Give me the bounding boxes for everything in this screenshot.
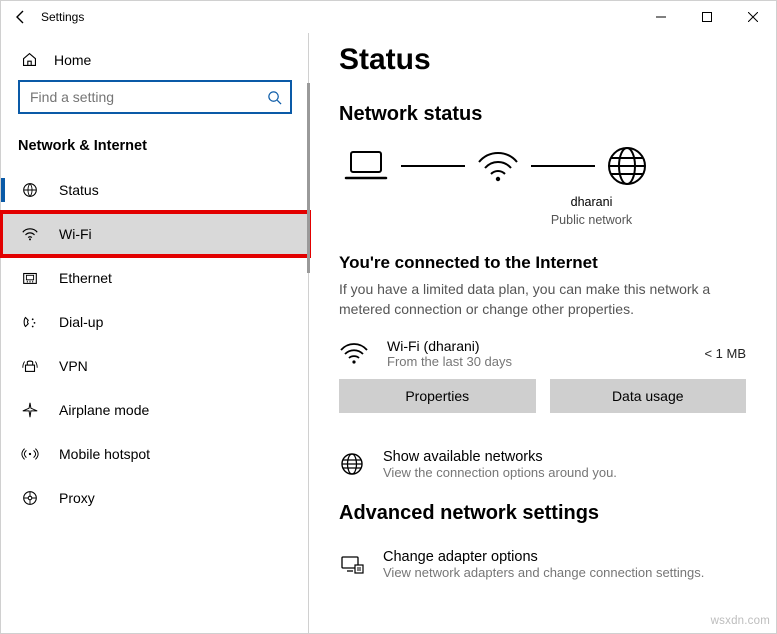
adapter-sub: View network adapters and change connect… xyxy=(383,565,704,580)
minimize-button[interactable] xyxy=(638,1,684,33)
section-advanced: Advanced network settings xyxy=(339,502,746,525)
sidebar-item-label: Status xyxy=(59,182,99,198)
status-icon xyxy=(21,181,39,199)
watermark: wsxdn.com xyxy=(711,615,770,627)
network-diagram-label: dharani Public network xyxy=(437,194,746,229)
show-available-networks[interactable]: Show available networks View the connect… xyxy=(339,443,746,502)
adapter-title: Change adapter options xyxy=(383,549,704,565)
connection-name: Wi-Fi (dharani) xyxy=(387,338,512,354)
nav-list: Status Wi-Fi Ethernet Dial-up xyxy=(1,168,309,520)
properties-button[interactable]: Properties xyxy=(339,379,536,413)
window-title: Settings xyxy=(41,10,84,24)
home-link[interactable]: Home xyxy=(1,43,309,76)
connected-heading: You're connected to the Internet xyxy=(339,253,746,273)
sidebar-item-hotspot[interactable]: Mobile hotspot xyxy=(1,432,309,476)
search-input[interactable] xyxy=(28,88,267,106)
sidebar: Home Network & Internet Status xyxy=(1,33,309,633)
adapter-icon xyxy=(339,551,365,577)
airplane-icon xyxy=(21,401,39,419)
maximize-button[interactable] xyxy=(684,1,730,33)
available-sub: View the connection options around you. xyxy=(383,465,617,480)
available-title: Show available networks xyxy=(383,449,617,465)
category-header: Network & Internet xyxy=(1,124,309,168)
connected-description: If you have a limited data plan, you can… xyxy=(339,279,746,320)
sidebar-item-vpn[interactable]: VPN xyxy=(1,344,309,388)
sidebar-item-label: Dial-up xyxy=(59,314,103,330)
back-arrow-icon xyxy=(13,9,29,25)
back-button[interactable] xyxy=(13,9,29,25)
sidebar-item-wifi[interactable]: Wi-Fi xyxy=(1,212,309,256)
page-title: Status xyxy=(339,43,746,77)
connection-line-icon xyxy=(401,165,465,167)
globe-icon xyxy=(339,451,365,477)
connection-sub: From the last 30 days xyxy=(387,354,512,369)
proxy-icon xyxy=(21,489,39,507)
sidebar-item-label: VPN xyxy=(59,358,88,374)
window-controls xyxy=(638,1,776,33)
sidebar-item-label: Ethernet xyxy=(59,270,112,286)
hotspot-icon xyxy=(21,445,39,463)
wifi-icon xyxy=(21,225,39,243)
network-name: dharani xyxy=(437,194,746,212)
sidebar-item-proxy[interactable]: Proxy xyxy=(1,476,309,520)
titlebar: Settings xyxy=(1,1,776,33)
search-box[interactable] xyxy=(18,80,292,114)
close-icon xyxy=(748,12,758,22)
close-button[interactable] xyxy=(730,1,776,33)
data-usage-button[interactable]: Data usage xyxy=(550,379,747,413)
connection-usage: < 1 MB xyxy=(704,346,746,361)
sidebar-item-airplane[interactable]: Airplane mode xyxy=(1,388,309,432)
search-icon xyxy=(267,90,282,105)
dialup-icon xyxy=(21,313,39,331)
wifi-icon xyxy=(339,340,369,366)
home-label: Home xyxy=(54,52,91,68)
sidebar-item-dialup[interactable]: Dial-up xyxy=(1,300,309,344)
content-pane: Status Network status dharani Public net… xyxy=(309,33,776,633)
vpn-icon xyxy=(21,357,39,375)
change-adapter-options[interactable]: Change adapter options View network adap… xyxy=(339,543,746,580)
sidebar-item-status[interactable]: Status xyxy=(1,168,309,212)
minimize-icon xyxy=(656,12,666,22)
wifi-large-icon xyxy=(475,146,521,186)
globe-large-icon xyxy=(605,144,649,188)
network-diagram xyxy=(339,144,746,194)
section-network-status: Network status xyxy=(339,103,746,126)
connection-row: Wi-Fi (dharani) From the last 30 days < … xyxy=(339,334,746,379)
ethernet-icon xyxy=(21,269,39,287)
network-type: Public network xyxy=(437,212,746,230)
maximize-icon xyxy=(702,12,712,22)
sidebar-item-label: Wi-Fi xyxy=(59,226,92,242)
sidebar-item-label: Proxy xyxy=(59,490,95,506)
sidebar-item-label: Airplane mode xyxy=(59,402,149,418)
connection-line-icon xyxy=(531,165,595,167)
sidebar-item-label: Mobile hotspot xyxy=(59,446,150,462)
sidebar-item-ethernet[interactable]: Ethernet xyxy=(1,256,309,300)
laptop-icon xyxy=(341,146,391,186)
home-icon xyxy=(21,51,38,68)
